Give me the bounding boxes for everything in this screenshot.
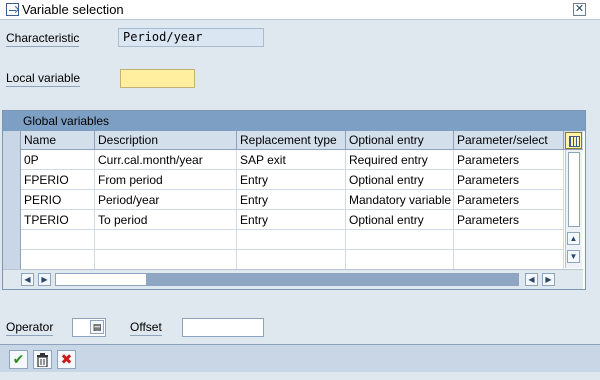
horizontal-scroll-track[interactable]	[55, 273, 519, 286]
cell-description[interactable]: Period/year	[95, 190, 237, 210]
horizontal-scroll-thumb[interactable]	[146, 274, 519, 285]
cell-optional-entry[interactable]	[346, 230, 454, 250]
characteristic-label: Characteristic	[6, 31, 80, 47]
cell-optional-entry[interactable]	[346, 250, 454, 270]
operator-label: Operator	[6, 320, 54, 336]
scroll-right-icon[interactable]: ▶	[38, 273, 51, 286]
cell-replacement-type[interactable]	[237, 250, 346, 270]
close-button[interactable]: ✕	[573, 3, 586, 16]
check-icon[interactable]: ✔	[9, 350, 28, 369]
cell-description[interactable]: From period	[95, 170, 237, 190]
column-header-optional-entry[interactable]: Optional entry	[346, 131, 454, 150]
offset-input[interactable]	[182, 318, 264, 337]
scroll-up-icon[interactable]: ▲	[567, 232, 580, 245]
row-selector[interactable]	[3, 150, 21, 170]
cell-optional-entry[interactable]: Optional entry	[346, 170, 454, 190]
scroll-first-icon[interactable]: ◀	[21, 273, 34, 286]
select-all-cell[interactable]	[3, 131, 21, 150]
row-selector[interactable]	[3, 190, 21, 210]
row-selector[interactable]	[3, 250, 21, 270]
cell-name[interactable]: FPERIO	[21, 170, 95, 190]
cell-replacement-type[interactable]: Entry	[237, 170, 346, 190]
characteristic-value: Period/year	[118, 28, 264, 47]
cell-parameter-select[interactable]: Parameters	[454, 210, 564, 230]
action-toolbar: ✔ ✖	[0, 344, 600, 372]
table-caption: Global variables	[3, 111, 585, 131]
cell-description[interactable]: To period	[95, 210, 237, 230]
table-row[interactable]: PERIO Period/year Entry Mandatory variable …	[3, 190, 564, 210]
cell-parameter-select[interactable]: Parameters	[454, 150, 564, 170]
table-row[interactable]: TPERIO To period Entry Optional entry Parame…	[3, 210, 564, 230]
scroll-last-icon[interactable]: ▶	[542, 273, 555, 286]
cell-description[interactable]	[95, 230, 237, 250]
cell-optional-entry[interactable]: Mandatory variable ent	[346, 190, 454, 210]
offset-label: Offset	[130, 320, 162, 336]
table-settings-icon[interactable]	[565, 132, 582, 149]
cell-parameter-select[interactable]	[454, 250, 564, 270]
table-header: Name Description Replacement type Option…	[3, 131, 583, 150]
row-selector[interactable]	[3, 210, 21, 230]
cell-replacement-type[interactable]	[237, 230, 346, 250]
horizontal-scrollbar: ◀ ▶ ◀ ▶	[3, 269, 583, 289]
cell-name[interactable]	[21, 230, 95, 250]
table-row[interactable]: FPERIO From period Entry Optional entry Para…	[3, 170, 564, 190]
cell-name[interactable]: 0P	[21, 150, 95, 170]
cell-optional-entry[interactable]: Required entry	[346, 150, 454, 170]
cell-replacement-type[interactable]: SAP exit	[237, 150, 346, 170]
column-header-replacement-type[interactable]: Replacement type	[237, 131, 346, 150]
cell-description[interactable]: Curr.cal.month/year	[95, 150, 237, 170]
cell-name[interactable]: TPERIO	[21, 210, 95, 230]
title-bar: Variable selection ✕	[0, 0, 600, 20]
row-selector[interactable]	[3, 230, 21, 250]
cell-name[interactable]	[21, 250, 95, 270]
vertical-scroll-thumb[interactable]	[568, 152, 580, 227]
cell-replacement-type[interactable]: Entry	[237, 210, 346, 230]
cell-parameter-select[interactable]: Parameters	[454, 170, 564, 190]
cell-replacement-type[interactable]: Entry	[237, 190, 346, 210]
window-icon	[6, 3, 19, 16]
column-header-description[interactable]: Description	[95, 131, 237, 150]
table-row[interactable]: 0P Curr.cal.month/year SAP exit Required en…	[3, 150, 564, 170]
value-help-icon[interactable]: ▤	[90, 320, 104, 334]
cell-optional-entry[interactable]: Optional entry	[346, 210, 454, 230]
cell-name[interactable]: PERIO	[21, 190, 95, 210]
local-variable-input[interactable]	[120, 69, 195, 88]
cell-parameter-select[interactable]: Parameters	[454, 190, 564, 210]
row-selector[interactable]	[3, 170, 21, 190]
column-header-name[interactable]: Name	[21, 131, 95, 150]
cell-description[interactable]	[95, 250, 237, 270]
window-title: Variable selection	[22, 2, 124, 17]
trash-icon[interactable]	[33, 350, 52, 369]
column-header-parameter-select[interactable]: Parameter/select	[454, 131, 564, 150]
variable-selection-dialog: Variable selection ✕ Characteristic Peri…	[0, 0, 600, 380]
table-row[interactable]	[3, 230, 564, 250]
table-row[interactable]	[3, 250, 564, 270]
scroll-left-icon[interactable]: ◀	[525, 273, 538, 286]
cell-parameter-select[interactable]	[454, 230, 564, 250]
cancel-icon[interactable]: ✖	[57, 350, 76, 369]
vertical-scrollbar[interactable]: ▲ ▼	[565, 150, 582, 268]
global-variables-table: Global variables Name Description Replac…	[2, 110, 586, 290]
scroll-down-icon[interactable]: ▼	[567, 250, 580, 263]
local-variable-label: Local variable	[6, 71, 81, 87]
